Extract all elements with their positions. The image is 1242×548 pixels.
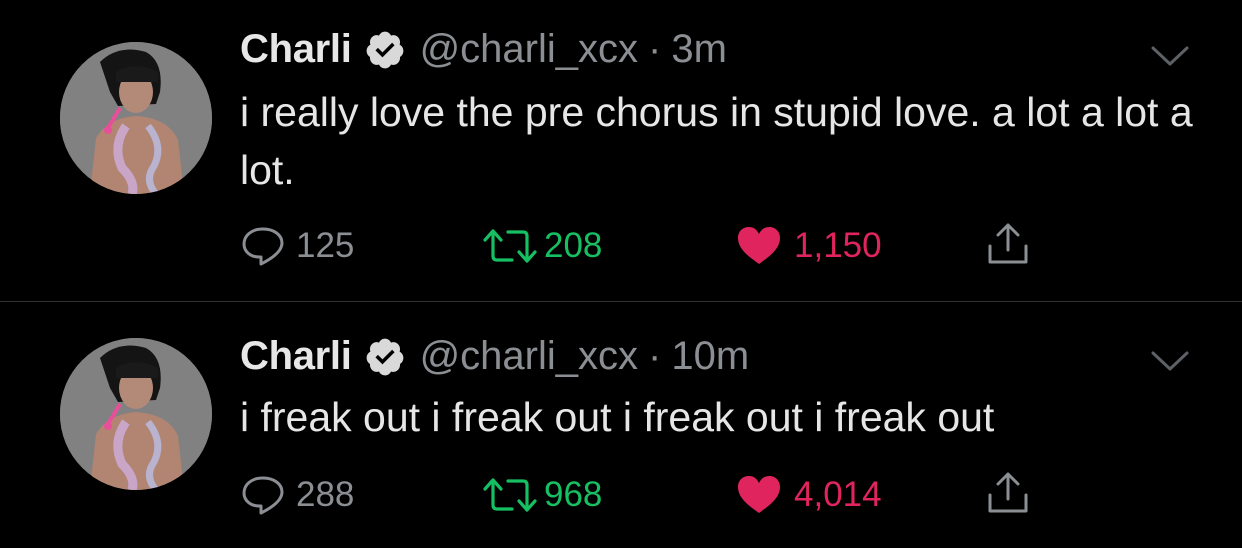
tweet-actions: 288 968 4,014: [240, 471, 1040, 515]
retweet-icon: [482, 475, 538, 515]
retweet-button[interactable]: 968: [482, 475, 602, 515]
chevron-down-icon[interactable]: [1150, 349, 1190, 373]
avatar[interactable]: [60, 338, 212, 490]
share-button[interactable]: [986, 471, 1030, 515]
tweet-text: i freak out i freak out i freak out i fr…: [240, 394, 995, 440]
reply-button[interactable]: 288: [240, 475, 354, 515]
retweet-count: 968: [544, 475, 603, 514]
author-name[interactable]: Charli: [240, 334, 352, 379]
verified-badge-icon: [364, 336, 406, 378]
timestamp[interactable]: 10m: [671, 334, 749, 379]
share-icon: [986, 471, 1030, 515]
heart-icon: [736, 475, 782, 515]
reply-count: 288: [296, 475, 355, 514]
like-count: 4,014: [794, 475, 882, 514]
reply-icon: [240, 475, 286, 515]
separator-dot: ·: [648, 334, 662, 378]
author-handle[interactable]: @charli_xcx: [420, 334, 638, 379]
like-button[interactable]: 4,014: [736, 475, 882, 515]
tweet[interactable]: Charli @charli_xcx · 10m i freak out i f…: [0, 0, 1242, 548]
tweet-header: Charli @charli_xcx · 10m: [240, 334, 749, 379]
